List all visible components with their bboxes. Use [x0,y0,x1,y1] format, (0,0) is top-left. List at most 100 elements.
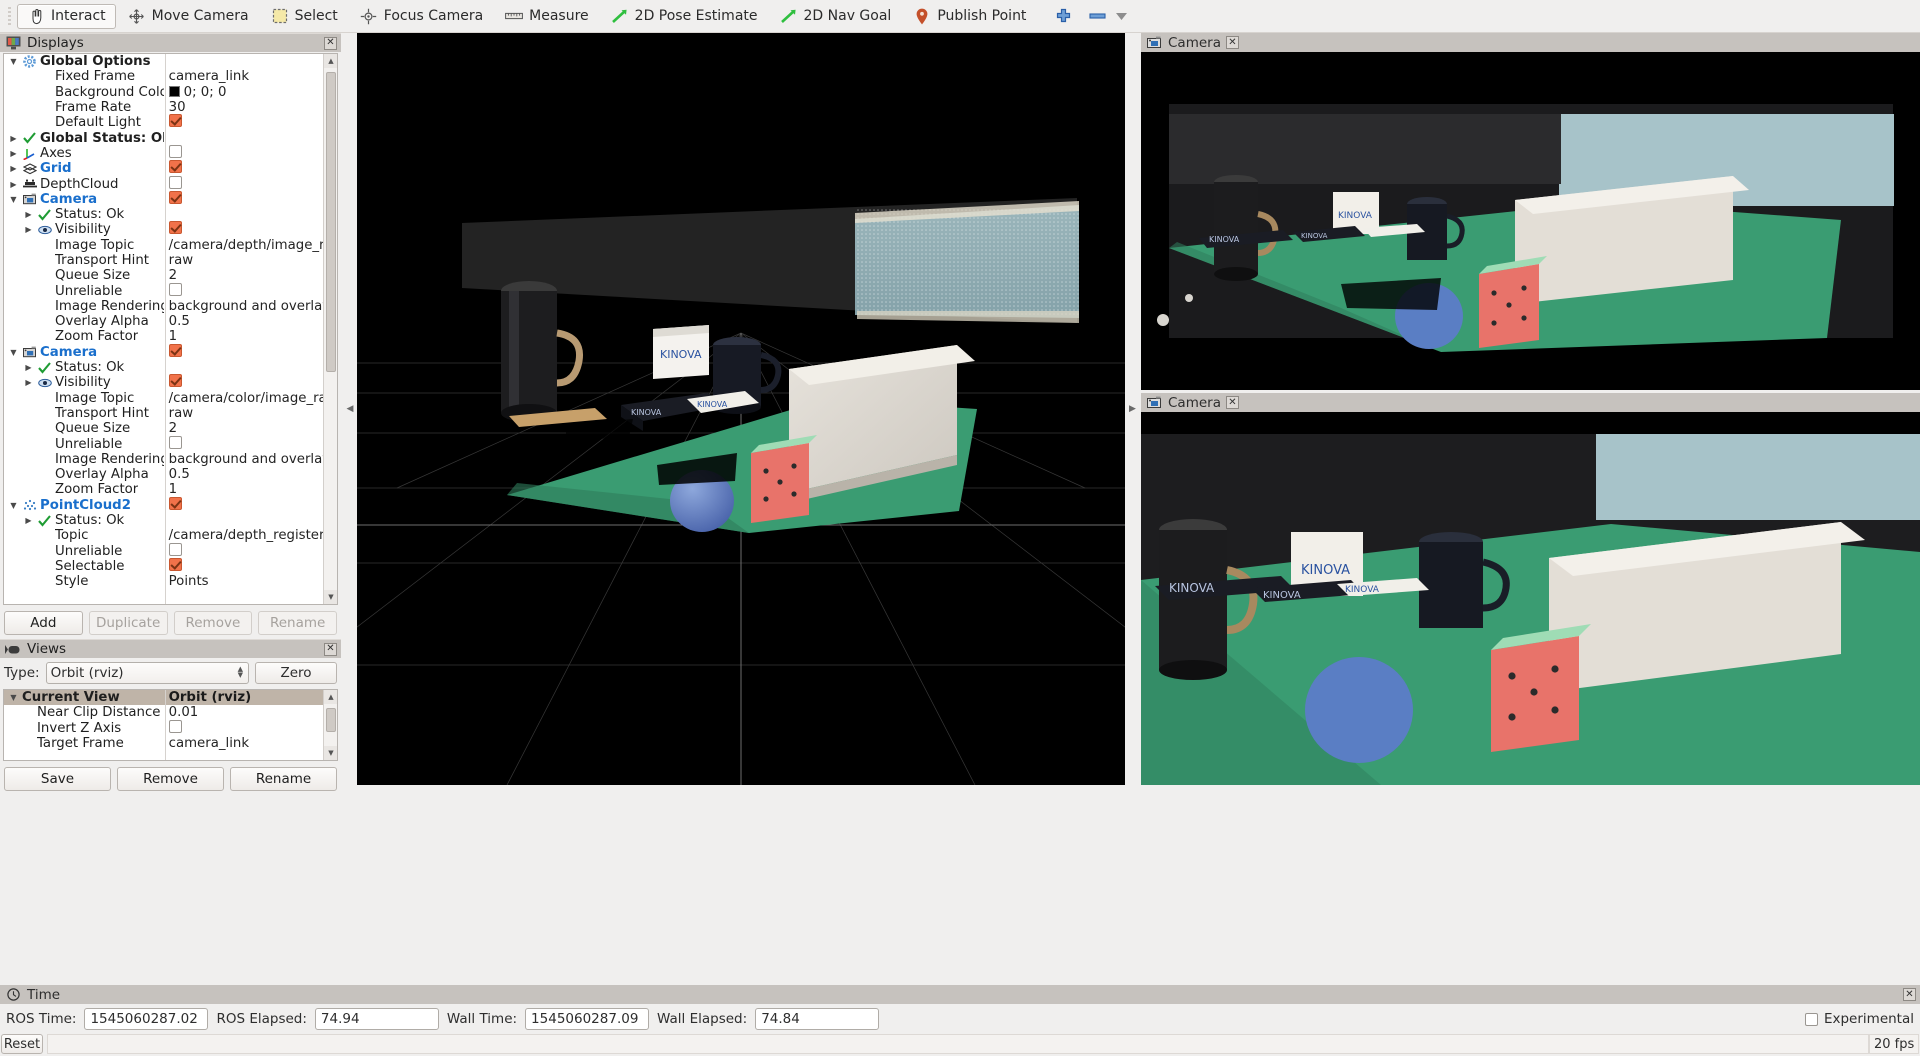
tree-expander-icon[interactable] [8,177,19,192]
tree-row[interactable]: Image Topic/camera/depth/image_rect [4,238,337,253]
tree-expander-icon[interactable] [8,146,19,161]
tree-row[interactable]: Queue Size 2 [4,268,337,283]
view-type-select[interactable]: Orbit (rviz) ▲ ▼ [45,662,249,684]
property-checkbox[interactable] [168,719,182,733]
tree-row[interactable]: Visibility [4,374,337,391]
tree-row[interactable]: Queue Size 2 [4,421,337,436]
property-checkbox[interactable] [168,114,182,128]
plus-icon[interactable] [1054,7,1072,25]
toolbar-button-publish-point[interactable]: Publish Point [903,4,1036,29]
views-tree[interactable]: Current ViewOrbit (rviz)Near Clip Distan… [3,689,338,761]
tree-row[interactable]: Global Options [4,54,337,69]
property-checkbox[interactable] [168,374,182,388]
tree-row[interactable]: DepthCloud [4,175,337,192]
time-field-input[interactable]: 74.84 [755,1008,880,1030]
tree-row[interactable]: Transport Hint raw [4,253,337,268]
time-field-input[interactable]: 74.94 [314,1008,439,1030]
tree-row[interactable]: Invert Z Axis [4,719,337,736]
views-remove-button[interactable]: Remove [117,767,224,791]
tree-row-value-cell[interactable]: 0.5 [164,314,337,329]
tree-row[interactable]: Style Points [4,574,337,589]
tree-row[interactable]: Visibility [4,221,337,237]
tree-row[interactable]: Topic/camera/depth_registered... [4,528,337,543]
views-save-button[interactable]: Save [4,767,111,791]
tree-row[interactable]: Fixed Frame camera_link [4,69,337,84]
tree-row[interactable]: Current View Orbit (rviz) [4,690,337,706]
toolbar-button-select[interactable]: Select [261,4,348,29]
tree-row[interactable]: Near Clip Distance 0.01 [4,705,337,720]
toolbar-button-measure[interactable]: Measure [495,4,599,29]
tree-row-value-cell[interactable]: /camera/color/image_raw [164,391,337,406]
tree-row-value-cell[interactable] [164,190,337,208]
tree-row[interactable]: Zoom Factor 1 [4,329,337,344]
spinner-arrows-icon[interactable]: ▲ ▼ [238,666,243,679]
experimental-checkbox[interactable] [1804,1012,1818,1026]
close-icon[interactable]: ✕ [1225,396,1239,409]
color-swatch[interactable] [168,85,180,97]
tree-row[interactable]: Frame Rate 30 [4,100,337,115]
tree-row[interactable]: Unreliable [4,542,337,559]
close-icon[interactable]: ✕ [1225,36,1239,49]
tree-row-value-cell[interactable] [164,435,337,453]
tree-row[interactable]: Default Light [4,114,337,131]
tree-row-value-cell[interactable]: background and overlay [164,299,337,314]
tree-row-value-cell[interactable] [164,496,337,514]
tree-row[interactable]: Status: Ok [4,207,337,222]
scroll-down-icon[interactable]: ▼ [324,746,337,760]
tree-row[interactable]: Image Rendering background and overlay [4,299,337,314]
close-icon[interactable]: ✕ [1903,988,1916,1001]
tree-row[interactable]: Target Frame camera_link [4,736,337,751]
close-icon[interactable]: ✕ [324,642,337,656]
tree-row[interactable]: Grid [4,160,337,176]
tree-row-value-cell[interactable] [164,557,337,575]
column-splitter[interactable] [165,690,166,760]
chevron-down-icon[interactable] [1112,7,1130,25]
tree-row-value-cell[interactable]: camera_link [164,69,337,84]
time-field-input[interactable]: 1545060287.09 [525,1008,650,1030]
toolbar-button-2d-nav-goal[interactable]: 2D Nav Goal [770,4,902,29]
column-splitter[interactable] [165,54,166,604]
property-checkbox[interactable] [168,190,182,204]
tree-row-value-cell[interactable]: 30 [164,100,337,115]
tree-expander-icon[interactable] [8,345,19,360]
tree-row-value-cell[interactable]: Orbit (rviz) [164,690,337,705]
tree-row[interactable]: Unreliable [4,435,337,453]
experimental-toggle[interactable]: Experimental [1804,1011,1914,1027]
tree-row[interactable]: Image Rendering background and overlay [4,452,337,467]
minus-icon[interactable] [1088,7,1106,25]
property-checkbox[interactable] [168,221,182,235]
toolbar-button-focus-camera[interactable]: Focus Camera [350,4,493,29]
reset-button[interactable]: Reset [1,1034,43,1054]
scroll-up-icon[interactable]: ▲ [324,54,337,68]
tree-row-value-cell[interactable]: 2 [164,268,337,283]
scrollbar-thumb[interactable] [326,72,336,372]
tree-row-value-cell[interactable]: Points [164,574,337,589]
displays-add-button[interactable]: Add [4,611,83,635]
property-checkbox[interactable] [168,282,182,296]
tree-expander-icon[interactable] [23,360,34,375]
tree-row-value-cell[interactable]: 2 [164,421,337,436]
zero-button[interactable]: Zero [255,662,337,684]
tree-expander-icon[interactable] [8,54,19,69]
close-icon[interactable]: ✕ [324,36,337,50]
tree-row[interactable]: Camera [4,190,337,208]
tree-row[interactable]: Overlay Alpha 0.5 [4,467,337,482]
tree-row-value-cell[interactable] [164,374,337,391]
tree-expander-icon[interactable] [23,222,34,237]
right-splitter-handle[interactable]: ▶ [1126,33,1139,785]
views-scrollbar[interactable]: ▲ ▼ [323,690,337,760]
camera-panel-2-image[interactable]: KINOVA KINOVA KINOVA KINOVA [1141,412,1920,785]
tree-expander-icon[interactable] [8,690,19,705]
property-checkbox[interactable] [168,144,182,158]
3d-render-view[interactable]: KINOVA KINOVA KINOVA [357,33,1125,785]
tree-expander-icon[interactable] [23,207,34,222]
tree-row-value-cell[interactable]: 0; 0; 0 [164,85,337,100]
tree-row-value-cell[interactable]: /camera/depth/image_rect [164,238,337,253]
tree-row[interactable]: Camera [4,343,337,360]
tree-row-value-cell[interactable]: 1 [164,329,337,344]
tree-row-value-cell[interactable] [164,114,337,131]
tree-row[interactable]: Status: Ok [4,513,337,528]
tree-expander-icon[interactable] [8,498,19,513]
tree-row[interactable]: Overlay Alpha 0.5 [4,314,337,329]
camera-panel-1-image[interactable]: KINOVA KINOVA KINOVA [1141,52,1920,390]
